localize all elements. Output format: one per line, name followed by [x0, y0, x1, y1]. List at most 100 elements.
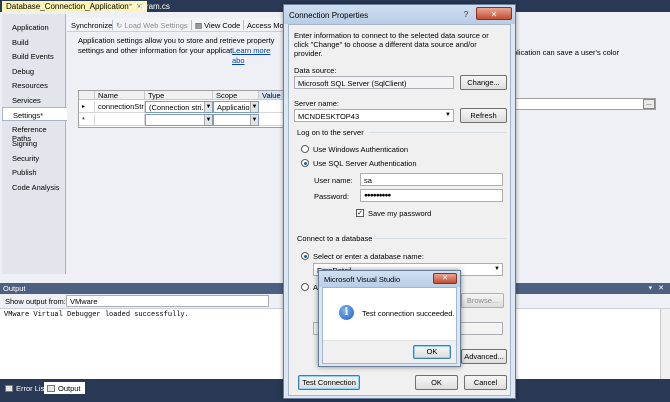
password-input[interactable]: ●●●●●●●●● — [360, 189, 503, 202]
nav-publish[interactable]: Publish — [2, 165, 66, 179]
scope-value: Application — [217, 103, 254, 112]
user-name-input[interactable]: sa — [360, 173, 503, 186]
server-name-label: Server name: — [294, 99, 340, 108]
setting-scope-combo[interactable]: Application ▼ — [213, 101, 259, 113]
col-scope-header[interactable]: Scope — [213, 91, 259, 100]
dialog-title: Connection Properties — [289, 11, 369, 20]
type-value: (Connection stri... — [149, 103, 208, 112]
chevron-down-icon[interactable]: ▼ — [445, 112, 451, 118]
message-text: Test connection succeeded. — [362, 309, 455, 318]
code-icon: ▤ — [195, 21, 205, 30]
settings-description: Application settings allow you to store … — [78, 36, 284, 66]
nav-code-analysis[interactable]: Code Analysis — [2, 180, 66, 194]
output-scrollbar[interactable] — [660, 309, 670, 379]
chevron-down-icon[interactable]: ▼ — [494, 266, 500, 272]
nav-build[interactable]: Build — [2, 35, 66, 49]
chevron-down-icon[interactable]: ▼ — [250, 102, 258, 112]
message-box: Microsoft Visual Studio ✕ i Test connect… — [318, 270, 461, 367]
window-controls-icon[interactable]: ▾ ✕ — [649, 283, 666, 294]
help-icon[interactable]: ? — [457, 8, 475, 21]
sql-auth-radio[interactable] — [301, 159, 309, 167]
toolbar-separator — [191, 20, 192, 30]
browse-button[interactable]: Browse... — [461, 293, 504, 308]
load-web-settings-button[interactable]: ↻ Load Web Settings — [116, 21, 188, 30]
tab-label: Output — [58, 384, 81, 393]
output-source-select[interactable]: VMware — [66, 295, 269, 307]
information-icon: i — [339, 305, 354, 320]
chevron-down-icon[interactable]: ▼ — [204, 102, 212, 112]
windows-auth-radio[interactable] — [301, 145, 309, 153]
setting-type-combo[interactable]: (Connection stri... ▼ — [145, 101, 213, 113]
save-password-checkbox[interactable]: ✓ — [356, 209, 364, 217]
col-name-header[interactable]: Name — [95, 91, 145, 100]
nav-resources[interactable]: Resources — [2, 78, 66, 92]
message-box-footer: OK — [323, 340, 456, 363]
view-code-button[interactable]: ▤ View Code — [195, 21, 240, 30]
close-icon[interactable]: ✕ — [433, 273, 457, 284]
tab-output[interactable]: Output — [44, 382, 85, 394]
synchronize-button[interactable]: Synchronize — [71, 21, 112, 30]
dialog-instructions: Enter information to connect to the sele… — [294, 31, 489, 58]
close-icon[interactable]: ✕ — [476, 7, 512, 20]
logon-group-header: Log on to the server — [297, 128, 364, 137]
output-icon — [47, 385, 55, 392]
group-divider — [373, 238, 506, 239]
toolbar-separator — [112, 20, 113, 30]
server-name-combo[interactable]: MCNDESKTOP43 ▼ — [294, 109, 454, 122]
tab-label: Program.cs — [129, 2, 170, 11]
chevron-down-icon[interactable]: ▼ — [250, 115, 258, 125]
sql-auth-label[interactable]: Use SQL Server Authentication — [313, 159, 417, 168]
new-name-cell[interactable] — [95, 114, 145, 126]
access-modifier-dropdown[interactable]: Access Mod — [247, 21, 288, 30]
message-box-body: i Test connection succeeded. OK — [322, 287, 457, 364]
project-nav: Application Build Build Events Debug Res… — [2, 14, 67, 274]
new-type-combo[interactable]: ▼ — [145, 114, 213, 126]
cancel-button[interactable]: Cancel — [464, 375, 507, 390]
learn-more-link[interactable]: Learn more abo — [232, 46, 284, 66]
new-row-marker: * — [79, 114, 95, 126]
load-web-settings-label: Load Web Settings — [124, 21, 188, 30]
server-name-value: MCNDESKTOP43 — [298, 112, 360, 121]
message-ok-button[interactable]: OK — [413, 345, 451, 359]
output-source-value: VMware — [70, 297, 98, 306]
select-db-radio[interactable] — [301, 252, 309, 260]
nav-debug[interactable]: Debug — [2, 64, 66, 78]
tab-label: Database_Connection_Application* — [6, 2, 132, 11]
refresh-button[interactable]: Refresh — [460, 108, 507, 123]
test-connection-button[interactable]: Test Connection — [298, 375, 360, 390]
nav-build-events[interactable]: Build Events — [2, 49, 66, 63]
nav-settings[interactable]: Settings* — [2, 107, 67, 121]
password-label: Password: — [314, 192, 350, 201]
attach-db-radio[interactable] — [301, 283, 309, 291]
message-box-title: Microsoft Visual Studio — [324, 275, 401, 284]
connect-db-group-header: Connect to a database — [297, 234, 373, 243]
chevron-down-icon[interactable]: ▼ — [204, 115, 212, 125]
settings-toolbar: Synchronize ↻ Load Web Settings ▤ View C… — [67, 18, 288, 32]
settings-description-tail: plication can save a user's color — [513, 48, 620, 57]
save-password-label[interactable]: Save my password — [368, 209, 431, 218]
toolbar-separator — [243, 20, 244, 30]
nav-services[interactable]: Services — [2, 93, 66, 107]
tab-program-cs[interactable]: Program.cs — [125, 1, 174, 12]
col-type-header[interactable]: Type — [145, 91, 213, 100]
windows-auth-label[interactable]: Use Windows Authentication — [313, 145, 408, 154]
output-title-label: Output — [3, 284, 26, 293]
show-output-label: Show output from: — [5, 297, 66, 306]
nav-application[interactable]: Application — [2, 20, 66, 34]
nav-signing[interactable]: Signing — [2, 136, 66, 150]
row-marker: ▸ — [79, 101, 95, 113]
setting-name-cell[interactable]: connectionStr — [95, 101, 145, 113]
user-name-label: User name: — [314, 176, 353, 185]
ok-button[interactable]: OK — [415, 375, 458, 390]
ellipsis-button[interactable]: ... — [643, 99, 655, 109]
message-box-title-bar: Microsoft Visual Studio ✕ — [319, 271, 460, 287]
value-cell-extension[interactable] — [513, 98, 656, 110]
select-db-label[interactable]: Select or enter a database name: — [313, 252, 424, 261]
new-scope-combo[interactable]: ▼ — [213, 114, 259, 126]
tab-label: Error List — [16, 384, 47, 393]
change-button[interactable]: Change... — [460, 75, 507, 90]
advanced-button[interactable]: Advanced... — [461, 349, 507, 364]
nav-security[interactable]: Security — [2, 151, 66, 165]
nav-reference-paths[interactable]: Reference Paths — [2, 122, 66, 143]
dialog-title-bar: Connection Properties ? ✕ — [284, 5, 515, 24]
